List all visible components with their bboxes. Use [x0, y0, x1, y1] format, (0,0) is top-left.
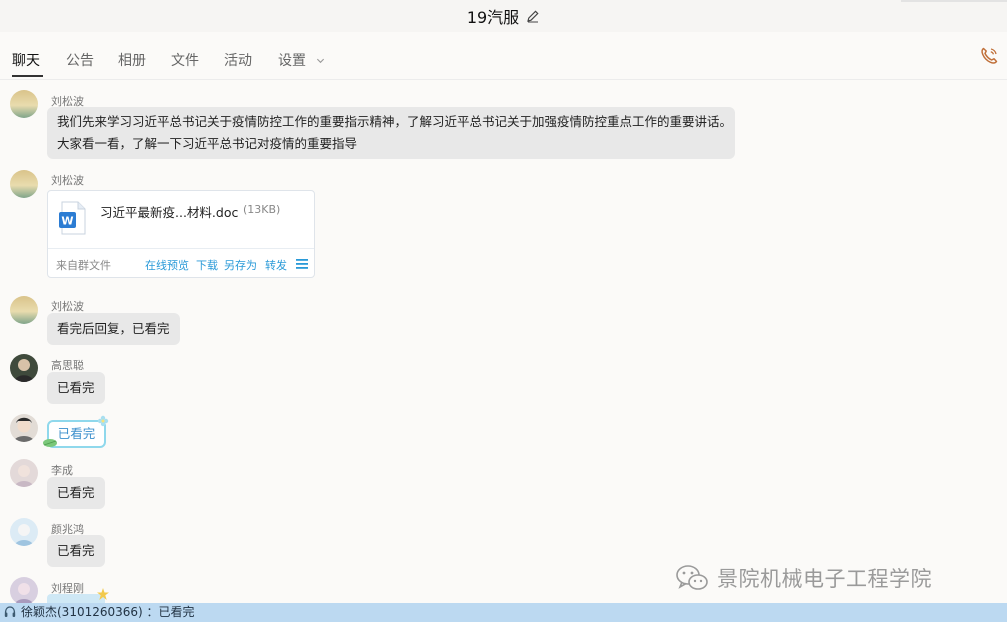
save-as-link[interactable]: 另存为 — [224, 257, 257, 273]
star-decoration-icon — [97, 588, 109, 600]
watermark-text: 景院机械电子工程学院 — [717, 567, 932, 591]
message-bubble[interactable]: 看完后回复，已看完 — [47, 313, 180, 345]
flower-decoration-icon — [97, 415, 109, 427]
title-bar: 19汽服 — [0, 0, 1007, 32]
group-title: 19汽服 — [466, 8, 520, 27]
tab-album[interactable]: 相册 — [118, 50, 146, 70]
status-bar[interactable]: 徐颖杰(3101260366) ：已看完 — [0, 603, 1007, 622]
forward-link[interactable]: 转发 — [265, 257, 287, 273]
active-tab-indicator — [12, 75, 43, 77]
sender-name: 刘松波 — [51, 300, 84, 313]
leaf-decoration-icon — [43, 439, 57, 447]
message-line: 大家看一看，了解一下习近平总书记对疫情的重要指导 — [57, 136, 358, 151]
tab-bar: 聊天 公告 相册 文件 活动 设置 — [0, 42, 1007, 80]
tab-chat[interactable]: 聊天 — [12, 50, 40, 70]
file-card[interactable]: W 习近平最新疫...材料.doc (13KB) 来自群文件 在线预览 下载 另… — [47, 190, 315, 278]
divider — [48, 248, 314, 249]
message-line: 我们先来学习习近平总书记关于疫情防控工作的重要指示精神，了解习近平总书记关于加强… — [57, 114, 733, 129]
message-bubble[interactable]: 我们先来学习习近平总书记关于疫情防控工作的重要指示精神，了解习近平总书记关于加强… — [47, 107, 735, 159]
sender-name: 刘松波 — [51, 174, 84, 187]
wechat-icon — [676, 565, 708, 590]
svg-text:W: W — [61, 215, 73, 228]
menu-icon[interactable] — [296, 259, 308, 269]
word-document-icon: W — [59, 201, 86, 235]
message-bubble[interactable]: 已看完 — [47, 535, 105, 567]
headset-icon — [4, 606, 16, 617]
sender-name: 李成 — [51, 464, 73, 477]
avatar[interactable] — [10, 414, 38, 442]
avatar[interactable] — [10, 354, 38, 382]
tab-activity[interactable]: 活动 — [224, 50, 252, 70]
chevron-down-icon — [317, 58, 325, 64]
phone-icon[interactable] — [979, 46, 999, 66]
avatar[interactable] — [10, 577, 38, 605]
title-divider — [901, 0, 1007, 2]
status-text: 徐颖杰(3101260366) ：已看完 — [21, 605, 195, 619]
avatar[interactable] — [10, 170, 38, 198]
file-source: 来自群文件 — [56, 259, 111, 272]
avatar[interactable] — [10, 90, 38, 118]
file-size: (13KB) — [243, 203, 281, 216]
tab-settings[interactable]: 设置 — [278, 50, 325, 70]
message-bubble[interactable]: 已看完 — [47, 372, 105, 404]
message-bubble[interactable]: 已看完 — [47, 477, 105, 509]
tab-files[interactable]: 文件 — [171, 50, 199, 70]
sender-name: 高思聪 — [51, 359, 84, 372]
tab-announcement[interactable]: 公告 — [66, 50, 94, 70]
avatar[interactable] — [10, 296, 38, 324]
file-name[interactable]: 习近平最新疫...材料.doc — [100, 202, 238, 221]
tab-settings-label: 设置 — [278, 53, 306, 69]
download-link[interactable]: 下载 — [196, 257, 218, 273]
avatar[interactable] — [10, 518, 38, 546]
avatar[interactable] — [10, 459, 38, 487]
edit-icon[interactable] — [526, 9, 540, 23]
preview-online-link[interactable]: 在线预览 — [145, 257, 189, 273]
watermark: 景院机械电子工程学院 — [675, 560, 995, 596]
